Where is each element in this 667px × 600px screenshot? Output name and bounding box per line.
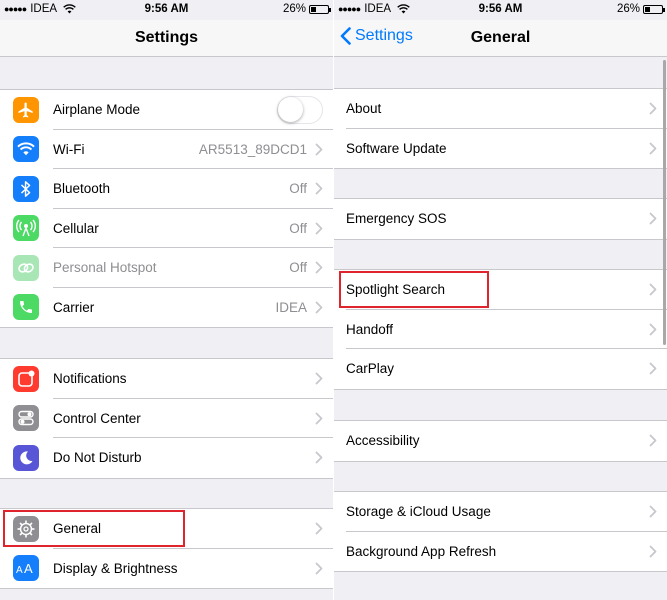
settings-row-display-and-brightness[interactable]: A A Display & Brightness [0,549,333,589]
display-icon: AA [13,555,39,582]
svg-text:A: A [16,565,23,575]
left-group-0: Airplane Mode Wi-Fi AR5513_89DCD1 Bluetooth… [0,89,333,328]
row-label: CarPlay [346,361,395,377]
right-group-1: Emergency SOS [334,198,667,240]
settings-row-about[interactable]: About [334,89,667,129]
right-group-3: Accessibility [334,420,667,462]
nav-bar: Settings General [334,20,667,57]
row-value: IDEA [275,299,307,315]
row-label: Carrier [53,299,95,315]
settings-row-airplane-mode[interactable]: Airplane Mode [0,90,333,130]
airplane-mode-toggle[interactable] [277,95,323,124]
row-label: Cellular [53,220,99,236]
settings-row-software-update[interactable]: Software Update [334,129,667,169]
airplane-icon [13,96,39,123]
settings-row-bluetooth[interactable]: Bluetooth Off [0,169,333,209]
general-screen: ●●●●● IDEA 9:56 AM 26% Settings General … [334,0,667,600]
nav-bar: Settings [0,20,333,57]
settings-row-cellular[interactable]: Cellular Off [0,209,333,248]
row-label: Display & Brightness [53,560,178,576]
row-value: Off [289,260,307,276]
chevron-right-icon [315,261,323,274]
right-group-0: About Software Update [334,88,667,169]
battery-percent: 26% [282,3,306,15]
settings-row-background-app-refresh[interactable]: Background App Refresh [334,532,667,572]
row-label: About [346,101,382,117]
settings-row-carplay[interactable]: CarPlay [334,349,667,389]
row-label: Personal Hotspot [53,260,157,276]
battery-icon [309,4,331,14]
row-label: Accessibility [346,433,420,449]
chevron-right-icon [315,412,323,425]
chevron-right-icon [315,451,323,464]
right-group-4: Storage & iCloud Usage Background App Ref… [334,491,667,572]
row-label: Airplane Mode [53,102,141,118]
row-label: Bluetooth [53,181,111,197]
settings-row-storage-and-icloud-usage[interactable]: Storage & iCloud Usage [334,492,667,532]
row-label: Notifications [53,371,127,387]
wifi-icon [13,136,39,163]
row-label: Control Center [53,410,141,426]
notifications-icon [13,365,39,392]
settings-row-do-not-disturb[interactable]: Do Not Disturb [0,438,333,478]
chevron-right-icon [315,372,323,385]
row-label: Background App Refresh [346,543,497,559]
chevron-right-icon [315,222,323,235]
moon-icon [13,444,39,471]
chevron-right-icon [649,142,657,155]
page-title: General [470,29,531,46]
chevron-right-icon [315,301,323,314]
settings-row-notifications[interactable]: Notifications [0,359,333,399]
left-group-1: Notifications Control Center Do Not Distur… [0,358,333,479]
settings-row-wi-fi[interactable]: Wi-Fi AR5513_89DCD1 [0,130,333,169]
status-bar: ●●●●● IDEA 9:56 AM 26% [0,0,333,20]
svg-text:A: A [24,561,33,575]
settings-row-accessibility[interactable]: Accessibility [334,421,667,461]
chevron-right-icon [649,505,657,518]
row-label: Handoff [346,321,394,337]
chevron-right-icon [649,102,657,115]
chevron-right-icon [649,545,657,558]
battery-percent: 26% [616,3,640,15]
row-label: Emergency SOS [346,211,447,227]
row-value: AR5513_89DCD1 [198,141,307,157]
scrollbar[interactable] [663,60,666,345]
chevron-right-icon [649,283,657,296]
chevron-right-icon [315,143,323,156]
row-value: Off [289,181,307,197]
settings-row-handoff[interactable]: Handoff [334,310,667,349]
chevron-right-icon [649,212,657,225]
row-label: Software Update [346,140,447,156]
settings-row-control-center[interactable]: Control Center [0,399,333,438]
bluetooth-icon [13,175,39,202]
row-label: Do Not Disturb [53,450,142,466]
settings-row-emergency-sos[interactable]: Emergency SOS [334,199,667,239]
toggle-knob [278,96,303,122]
chevron-right-icon [649,362,657,375]
page-title: Settings [134,29,199,46]
settings-screen: ●●●●● IDEA 9:56 AM 26% Settings Airplane… [0,0,333,600]
status-bar: ●●●●● IDEA 9:56 AM 26% [334,0,667,20]
settings-row-personal-hotspot[interactable]: Personal Hotspot Off [0,248,333,288]
chevron-right-icon [649,434,657,447]
row-label: Wi-Fi [53,141,85,157]
chevron-right-icon [315,522,323,535]
control-center-icon [13,405,39,432]
cellular-icon [13,215,39,242]
row-value: Off [289,220,307,236]
highlight-box-spotlight [339,271,489,308]
battery-icon [643,4,665,14]
highlight-box-general [3,510,185,547]
phone-icon [13,294,39,321]
settings-row-carrier[interactable]: Carrier IDEA [0,288,333,328]
row-label: Storage & iCloud Usage [346,504,491,520]
chevron-right-icon [315,182,323,195]
chevron-right-icon [649,323,657,336]
chevron-right-icon [315,562,323,575]
hotspot-icon [13,254,39,281]
